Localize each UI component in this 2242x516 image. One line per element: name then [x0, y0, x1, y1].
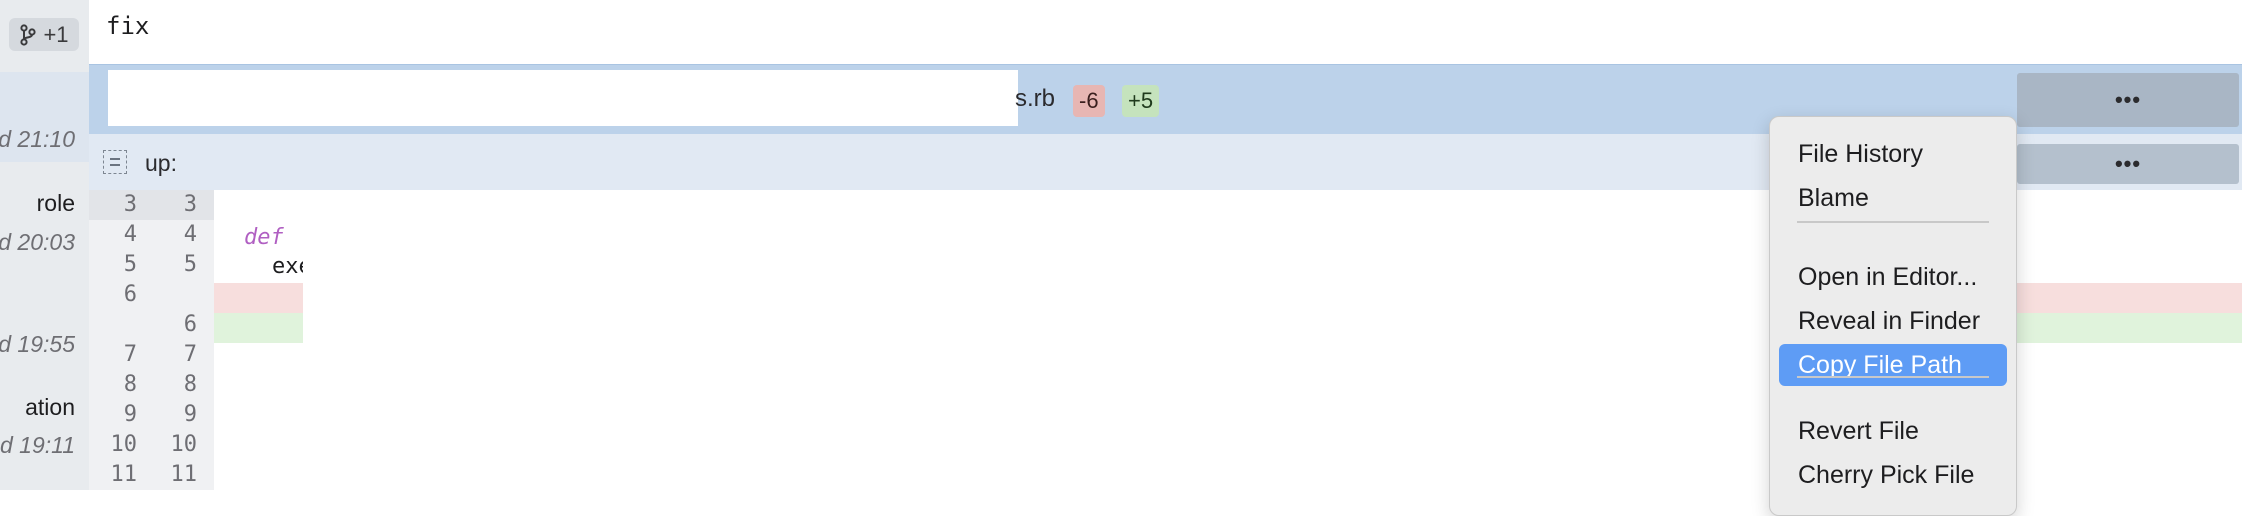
commit-title[interactable]: ation	[25, 394, 75, 421]
file-context-menu: File History Blame Open in Editor... Rev…	[1769, 116, 2017, 516]
new-line-number: 8	[183, 372, 197, 397]
menu-item-copy-file-path[interactable]: Copy File Path	[1779, 344, 2007, 386]
old-line-number: 10	[110, 432, 138, 457]
file-path-overlay	[108, 70, 1018, 126]
deletions-badge: -6	[1073, 85, 1105, 117]
menu-item-open-in-editor[interactable]: Open in Editor...	[1779, 256, 2007, 298]
commit-time: d 21:10	[0, 126, 75, 152]
new-line-number: 9	[183, 402, 197, 427]
expand-context-icon[interactable]	[103, 150, 127, 174]
file-name: s.rb	[1015, 85, 1056, 112]
old-line-number: 8	[123, 372, 137, 397]
code-content-overlay	[303, 212, 1977, 490]
hunk-label: up:	[145, 150, 177, 176]
file-more-button[interactable]: •••	[2017, 73, 2239, 127]
new-line-number: 5	[183, 252, 197, 277]
new-line-number: 6	[183, 312, 197, 337]
old-line-number: 5	[123, 252, 137, 277]
commit-title[interactable]: role	[37, 190, 75, 217]
old-line-number: 7	[123, 342, 137, 367]
menu-item-reveal-in-finder[interactable]: Reveal in Finder	[1779, 300, 2007, 342]
new-line-number: 7	[183, 342, 197, 367]
more-icon: •••	[2114, 151, 2142, 176]
branch-badge-count: +1	[43, 21, 69, 47]
menu-item-blame[interactable]: Blame	[1779, 177, 2007, 219]
commit-time: d 19:11	[0, 432, 75, 458]
new-line-number: 3	[183, 192, 197, 217]
old-line-number: 4	[123, 222, 137, 247]
branch-badge[interactable]: +1	[9, 18, 79, 51]
more-icon: •••	[2114, 87, 2142, 112]
old-line-number: 3	[123, 192, 137, 217]
branch-icon	[20, 23, 37, 46]
new-line-number: 10	[170, 432, 198, 457]
commit-time: d 20:03	[0, 229, 75, 255]
commit-message: fix	[106, 12, 150, 40]
additions-badge: +5	[1122, 85, 1160, 117]
hunk-more-button[interactable]: •••	[2017, 144, 2239, 184]
commit-list-sidebar: +1 d 21:10 role d 20:03 d 19:55 ation d …	[0, 0, 89, 490]
new-line-number: 4	[183, 222, 197, 247]
old-line-number: 11	[110, 462, 138, 487]
menu-item-revert-file[interactable]: Revert File	[1779, 410, 2007, 452]
new-line-number: 11	[170, 462, 198, 487]
old-line-number: 6	[123, 282, 137, 307]
menu-item-file-history[interactable]: File History	[1779, 133, 2007, 175]
menu-separator	[1797, 221, 1989, 223]
line-number-gutter: 3 3 4 4 5 5 6 6 7 7 8 8 9 9 10 10 11 11	[89, 190, 214, 490]
old-line-number: 9	[123, 402, 137, 427]
code-keyword: def	[244, 225, 284, 250]
menu-separator	[1797, 376, 1989, 378]
commit-time: d 19:55	[0, 331, 75, 357]
